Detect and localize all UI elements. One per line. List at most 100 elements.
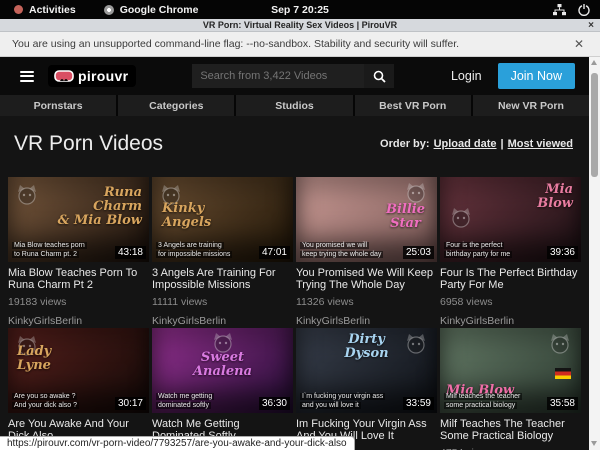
browser-viewport: pirouvr Login Join Now Pornstars Categor… [0, 57, 589, 450]
main-nav: Pornstars Categories Studios Best VR Por… [0, 95, 589, 116]
studio-mask-watermark-icon [403, 182, 429, 204]
thumbnail-overlay-name: Dirty Dyson [296, 333, 437, 361]
german-flag-icon [555, 368, 571, 379]
thumbnail-overlay-name: Lady Lyne [17, 345, 51, 373]
scroll-up-arrow-icon[interactable] [591, 60, 597, 65]
thumbnail-caption: Are you so awake ?And your dick also ? [12, 392, 107, 410]
thumbnail-caption: You promised we willkeep trying the whol… [300, 241, 395, 259]
order-separator: | [501, 138, 504, 150]
video-grid: Runa Charm & Mia Blow Mia Blow teaches p… [0, 177, 589, 450]
thumbnail-caption: Milf teaches the teachersome practical b… [444, 392, 539, 410]
video-card[interactable]: Billie Star You promised we willkeep try… [296, 177, 437, 327]
chrome-infobar: You are using an unsupported command-lin… [0, 32, 600, 57]
studio-mask-watermark-icon [547, 333, 573, 355]
studio-link[interactable]: KinkyGirlsBerlin [8, 315, 149, 327]
nav-item[interactable]: Best VR Porn [355, 95, 471, 116]
video-title[interactable]: Four Is The Perfect Birthday Party For M… [440, 267, 581, 291]
video-title[interactable]: You Promised We Will Keep Trying The Who… [296, 267, 437, 291]
thumbnail-caption: Mia Blow teaches pornto Runa Charm pt. 2 [12, 241, 107, 259]
video-card[interactable]: Dirty Dyson I`m fucking your virgin assa… [296, 328, 437, 450]
nav-item[interactable]: Pornstars [0, 95, 116, 116]
nav-item-label: New VR Porn [498, 100, 564, 112]
video-card[interactable]: Lady Lyne Are you so awake ?And your dic… [8, 328, 149, 450]
scrollbar-thumb[interactable] [591, 73, 598, 177]
video-card[interactable]: Sweet Analena Watch me gettingdominated … [152, 328, 293, 450]
thumbnail-overlay-name: Kinky Angels [162, 202, 211, 230]
search-input[interactable] [192, 64, 364, 88]
video-thumbnail[interactable]: Kinky Angels 3 Angels are trainingfor im… [152, 177, 293, 262]
nav-item-label: Best VR Porn [379, 100, 446, 112]
order-upload-date-link[interactable]: Upload date [434, 138, 497, 150]
search-button[interactable] [364, 64, 394, 88]
login-link[interactable]: Login [451, 69, 482, 83]
video-thumbnail[interactable]: Runa Charm & Mia Blow Mia Blow teaches p… [8, 177, 149, 262]
video-thumbnail[interactable]: Sweet Analena Watch me gettingdominated … [152, 328, 293, 413]
desktop-screen: Activities Google Chrome Sep 7 20:25 VR … [0, 0, 600, 450]
logo-text: pirouvr [78, 68, 128, 84]
thumbnail-caption: 3 Angels are trainingfor impossible miss… [156, 241, 251, 259]
network-icon[interactable] [553, 4, 566, 16]
status-url-text: https://pirouvr.com/vr-porn-video/779325… [7, 438, 347, 449]
thumbnail-caption: Four is the perfectbirthday party for me [444, 241, 539, 259]
scroll-down-arrow-icon[interactable] [591, 441, 597, 446]
infobar-close-button[interactable]: ✕ [574, 37, 584, 51]
search-icon [373, 70, 386, 83]
video-title[interactable]: 3 Angels Are Training For Impossible Mis… [152, 267, 293, 291]
search-bar [192, 64, 394, 88]
video-card[interactable]: Mia Blow Four is the perfectbirthday par… [440, 177, 581, 327]
scrollbar[interactable] [589, 57, 600, 450]
duration-badge: 25:03 [403, 246, 434, 259]
video-card[interactable]: Runa Charm & Mia Blow Mia Blow teaches p… [8, 177, 149, 327]
studio-link[interactable]: KinkyGirlsBerlin [152, 315, 293, 327]
vr-goggles-icon [54, 70, 74, 82]
view-count: 19183 views [8, 296, 149, 308]
studio-mask-watermark-icon [14, 184, 40, 206]
duration-badge: 30:17 [115, 397, 146, 410]
status-url-bar: https://pirouvr.com/vr-porn-video/779325… [0, 436, 355, 450]
nav-item-label: Pornstars [34, 100, 83, 112]
video-thumbnail[interactable]: Mia Blow Milf teaches the teachersome pr… [440, 328, 581, 413]
hamburger-menu-button[interactable] [20, 71, 34, 82]
infobar-message: You are using an unsupported command-lin… [12, 38, 459, 50]
nav-item[interactable]: Categories [118, 95, 234, 116]
close-window-button[interactable]: × [588, 19, 594, 32]
thumbnail-overlay-name: Billie Star [386, 203, 425, 231]
thumbnail-caption: I`m fucking your virgin assand you will … [300, 392, 395, 410]
duration-badge: 43:18 [115, 246, 146, 259]
thumbnail-overlay-name: Sweet Analena [152, 351, 293, 379]
clock[interactable]: Sep 7 20:25 [0, 4, 600, 16]
page-title: VR Porn Videos [14, 132, 163, 156]
system-top-bar: Activities Google Chrome Sep 7 20:25 [0, 0, 600, 19]
site-logo[interactable]: pirouvr [48, 65, 136, 87]
video-card[interactable]: Mia Blow Milf teaches the teachersome pr… [440, 328, 581, 450]
view-count: 6958 views [440, 296, 581, 308]
video-thumbnail[interactable]: Lady Lyne Are you so awake ?And your dic… [8, 328, 149, 413]
site-header: pirouvr Login Join Now [0, 57, 589, 95]
nav-item[interactable]: New VR Porn [473, 95, 589, 116]
video-thumbnail[interactable]: Mia Blow Four is the perfectbirthday par… [440, 177, 581, 262]
studio-link[interactable]: KinkyGirlsBerlin [440, 315, 581, 327]
video-title[interactable]: Mia Blow Teaches Porn To Runa Charm Pt 2 [8, 267, 149, 291]
video-thumbnail[interactable]: Billie Star You promised we willkeep try… [296, 177, 437, 262]
video-title[interactable]: Milf Teaches The Teacher Some Practical … [440, 418, 581, 442]
studio-link[interactable]: KinkyGirlsBerlin [296, 315, 437, 327]
duration-badge: 39:36 [547, 246, 578, 259]
order-by-label: Order by: [380, 138, 430, 150]
window-title-bar[interactable]: VR Porn: Virtual Reality Sex Videos | Pi… [0, 19, 600, 32]
nav-item-label: Studios [275, 100, 314, 112]
video-card[interactable]: Kinky Angels 3 Angels are trainingfor im… [152, 177, 293, 327]
thumbnail-caption: Watch me gettingdominated softly [156, 392, 251, 410]
nav-item[interactable]: Studios [236, 95, 352, 116]
view-count: 11111 views [152, 296, 293, 308]
video-thumbnail[interactable]: Dirty Dyson I`m fucking your virgin assa… [296, 328, 437, 413]
power-icon[interactable] [578, 4, 590, 16]
nav-item-label: Categories [149, 100, 203, 112]
window-title: VR Porn: Virtual Reality Sex Videos | Pi… [203, 20, 397, 30]
thumbnail-overlay-name: Mia Blow [537, 183, 573, 211]
duration-badge: 36:30 [259, 397, 290, 410]
join-now-button[interactable]: Join Now [498, 63, 575, 89]
page-heading-row: VR Porn Videos Order by: Upload date | M… [0, 116, 589, 172]
duration-badge: 35:58 [547, 397, 578, 410]
order-by: Order by: Upload date | Most viewed [380, 138, 573, 150]
order-most-viewed-link[interactable]: Most viewed [508, 138, 573, 150]
